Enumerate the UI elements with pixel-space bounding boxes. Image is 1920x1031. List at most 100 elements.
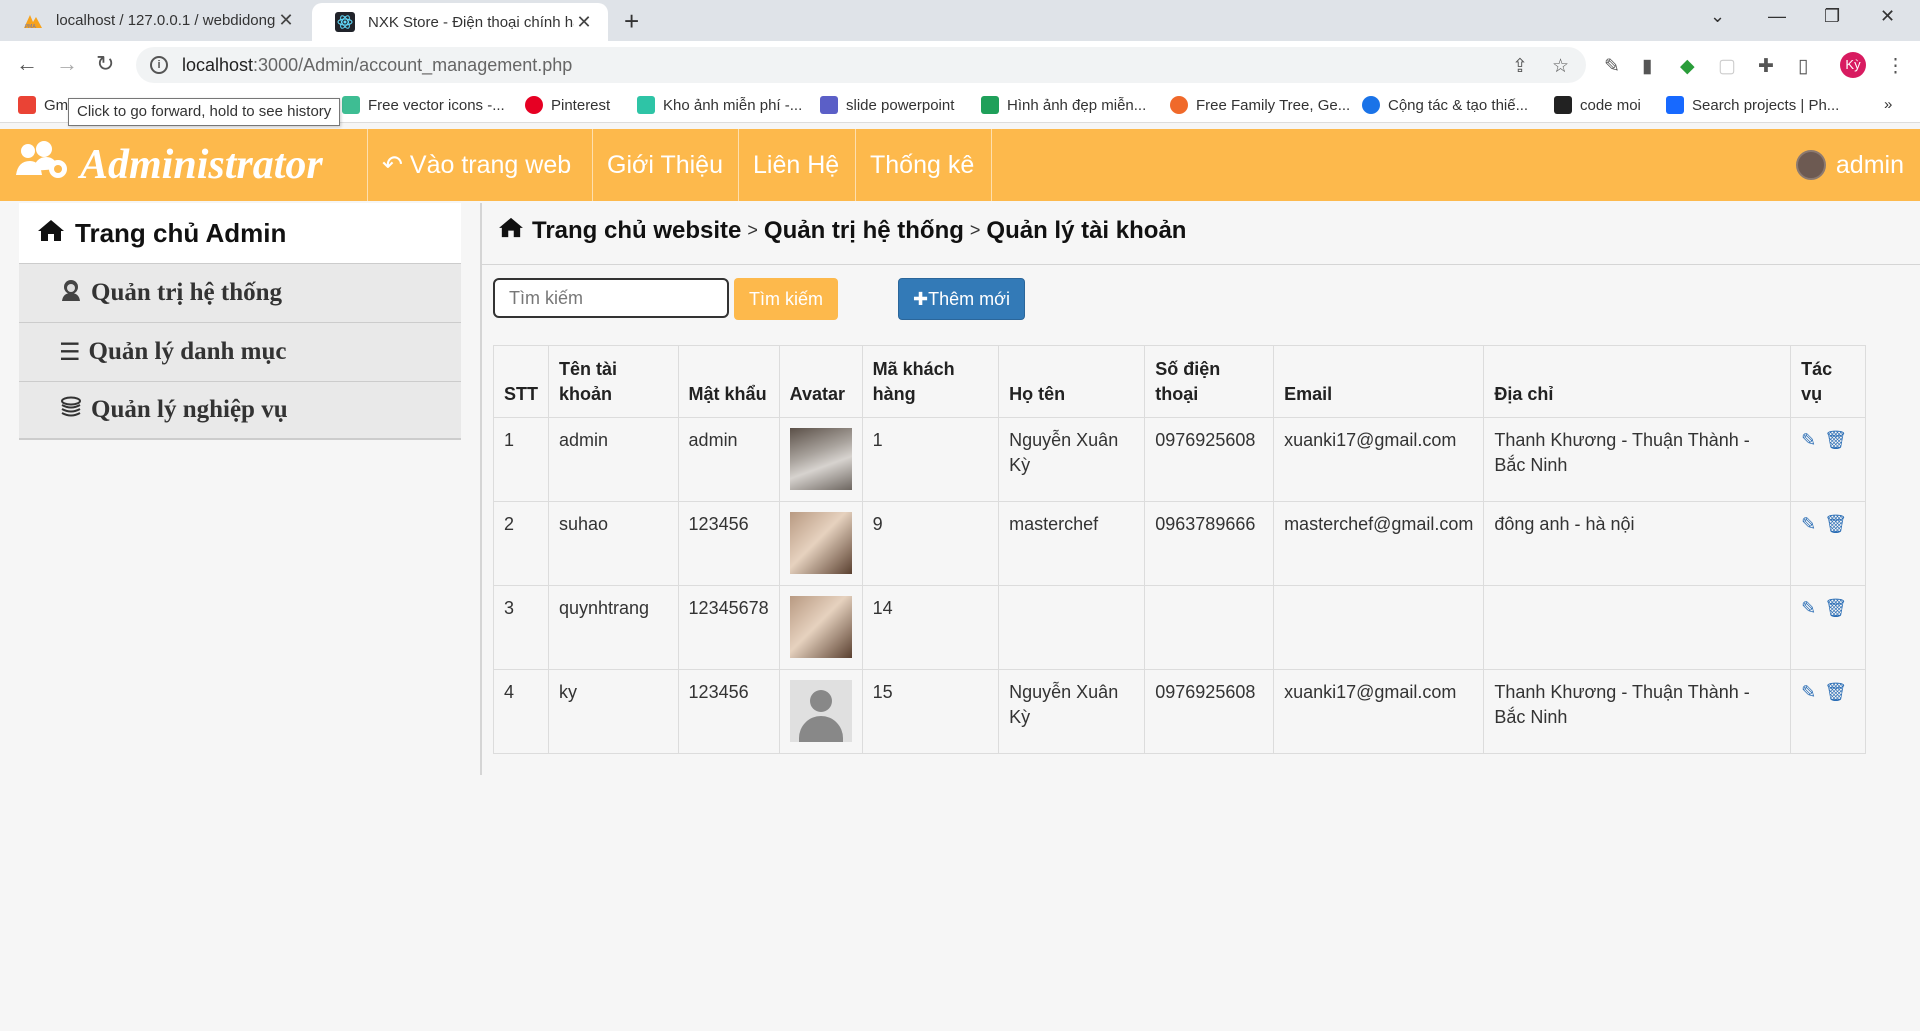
column-header: STT — [493, 345, 549, 418]
column-header: Địa chỉ — [1483, 345, 1792, 418]
bookmark-code-moi[interactable]: code moi — [1554, 96, 1641, 114]
cell-avatar — [778, 669, 863, 754]
nav-divider — [367, 129, 368, 201]
nav-gioi-thieu[interactable]: Giới Thiệu — [607, 129, 723, 201]
extension-blank-icon[interactable]: ▢ — [1718, 55, 1736, 78]
extension-color-icon[interactable]: ◆ — [1680, 55, 1695, 78]
table-row: 4 ky 123456 15 Nguyễn Xuân Kỳ 0976925608… — [493, 669, 1866, 754]
reload-icon[interactable]: ↻ — [96, 51, 114, 77]
cell-customer-id: 9 — [861, 501, 1000, 586]
breadcrumb-system[interactable]: Quản trị hệ thống — [764, 217, 964, 245]
list-icon: ☰ — [59, 338, 81, 366]
admin-user-menu[interactable]: admin — [1795, 147, 1904, 183]
family-tree-icon — [1170, 96, 1188, 114]
sidebar-item-quan-ly-danh-muc[interactable]: ☰ Quản lý danh mục — [19, 322, 461, 381]
bookmark-behance[interactable]: Search projects | Ph... — [1666, 96, 1839, 114]
url-text: localhost:3000/Admin/account_management.… — [182, 54, 573, 75]
extensions-puzzle-icon[interactable]: ✚ — [1758, 55, 1774, 78]
side-panel-icon[interactable]: ▯ — [1798, 55, 1808, 78]
bookmark-free-vector-icons[interactable]: Free vector icons -... — [342, 96, 505, 114]
sidebar-item-label: Quản lý danh mục — [88, 338, 287, 365]
column-header: Tác vụ — [1790, 345, 1866, 418]
bookmark-kho-anh[interactable]: Kho ảnh miễn phí -... — [637, 96, 802, 114]
trash-icon[interactable]: 🗑 — [1824, 512, 1847, 537]
edit-icon[interactable]: ✎ — [1801, 428, 1816, 453]
cell-email: xuanki17@gmail.com — [1273, 669, 1485, 754]
more-menu-icon[interactable]: ⋮ — [1886, 55, 1905, 78]
browser-tab-nxk-store[interactable]: NXK Store - Điện thoại chính hãn ✕ — [312, 3, 608, 41]
sidebar-home-label: Trang chủ Admin — [75, 217, 287, 248]
site-info-icon[interactable]: i — [150, 56, 168, 74]
sidebar-item-quan-ly-nghiep-vu[interactable]: Quản lý nghiệp vụ — [19, 381, 461, 440]
breadcrumb: Trang chủ website > Quản trị hệ thống > … — [498, 216, 1186, 245]
bookmark-family-tree[interactable]: Free Family Tree, Ge... — [1170, 96, 1350, 114]
bookmark-gmail[interactable]: Gm — [18, 96, 68, 114]
minimize-icon[interactable]: — — [1768, 6, 1786, 27]
browser-tab-phpmyadmin[interactable]: PMA localhost / 127.0.0.1 / webdidong ✕ — [0, 0, 310, 41]
cell-stt: 1 — [493, 417, 549, 502]
cell-username: quynhtrang — [548, 585, 679, 670]
forward-arrow-icon[interactable]: → — [56, 51, 78, 77]
column-header: Email — [1273, 345, 1485, 418]
bookmark-slide-powerpoint[interactable]: slide powerpoint — [820, 96, 954, 114]
search-input[interactable] — [493, 278, 729, 318]
cell-avatar — [778, 585, 863, 670]
cell-name: Nguyễn Xuân Kỳ — [998, 669, 1146, 754]
share-icon[interactable]: ⇪ — [1512, 55, 1528, 78]
back-arrow-icon[interactable]: ← — [16, 51, 38, 77]
extension-eyedropper-icon[interactable]: ✎ — [1604, 55, 1620, 78]
cell-phone: 0976925608 — [1144, 417, 1275, 502]
nav-vao-trang-web[interactable]: ↶ Vào trang web — [382, 129, 571, 201]
window-close-icon[interactable]: ✕ — [1880, 6, 1895, 27]
sidebar-home[interactable]: Trang chủ Admin — [19, 203, 461, 263]
close-tab-icon[interactable]: ✕ — [276, 10, 296, 31]
bookmark-pinterest[interactable]: Pinterest — [525, 96, 610, 114]
plus-icon: ✚ — [913, 289, 929, 309]
trash-icon[interactable]: 🗑 — [1824, 596, 1847, 621]
tab-title: NXK Store - Điện thoại chính hãn — [368, 13, 574, 31]
reply-arrow-icon: ↶ — [382, 151, 410, 179]
bookmark-star-icon[interactable]: ☆ — [1552, 55, 1569, 78]
code-icon — [1554, 96, 1572, 114]
edit-icon[interactable]: ✎ — [1801, 680, 1816, 705]
bookmark-canva[interactable]: Cộng tác & tạo thiế... — [1362, 96, 1528, 114]
browser-toolbar: ← → ↻ i localhost:3000/Admin/account_man… — [0, 41, 1920, 89]
nav-thong-ke[interactable]: Thống kê — [870, 129, 974, 201]
cell-avatar — [778, 417, 863, 502]
tab-title: localhost / 127.0.0.1 / webdidong — [56, 12, 276, 29]
sidebar-item-quan-tri-he-thong[interactable]: Quản trị hệ thống — [19, 263, 461, 322]
table-row: 1 admin admin 1 Nguyễn Xuân Kỳ 097692560… — [493, 417, 1866, 502]
maximize-icon[interactable]: ❐ — [1824, 6, 1840, 27]
sidebar-item-label: Quản lý nghiệp vụ — [91, 396, 288, 423]
content-divider — [480, 203, 482, 775]
browser-tab-bar: PMA localhost / 127.0.0.1 / webdidong ✕ … — [0, 0, 1920, 41]
behance-icon — [1666, 96, 1684, 114]
profile-avatar[interactable]: Kỳ — [1840, 52, 1866, 78]
react-icon — [334, 11, 356, 33]
address-bar[interactable]: i localhost:3000/Admin/account_managemen… — [136, 47, 1586, 83]
trash-icon[interactable]: 🗑 — [1824, 680, 1847, 705]
edit-icon[interactable]: ✎ — [1801, 596, 1816, 621]
sidebar-item-label: Quản trị hệ thống — [91, 279, 283, 306]
extension-phone-icon[interactable]: ▮ — [1642, 55, 1652, 78]
nav-lien-he[interactable]: Liên Hệ — [753, 129, 839, 201]
cell-stt: 3 — [493, 585, 549, 670]
edit-icon[interactable]: ✎ — [1801, 512, 1816, 537]
new-tab-icon[interactable]: + — [624, 6, 639, 37]
trash-icon[interactable]: 🗑 — [1824, 428, 1847, 453]
cell-username: admin — [548, 417, 679, 502]
bookmark-hinh-anh[interactable]: Hình ảnh đẹp miễn... — [981, 96, 1146, 114]
accounts-table: STT Tên tài khoản Mật khẩu Avatar Mã khá… — [493, 345, 1866, 754]
close-tab-icon[interactable]: ✕ — [574, 12, 594, 33]
breadcrumb-home[interactable]: Trang chủ website — [532, 217, 741, 245]
cell-name: masterchef — [998, 501, 1146, 586]
more-bookmarks-icon[interactable]: » — [1884, 96, 1892, 113]
tab-search-chevron-icon[interactable]: ⌄ — [1710, 6, 1725, 27]
search-button[interactable]: Tìm kiếm — [734, 278, 838, 320]
admin-brand[interactable]: Administrator — [14, 139, 323, 191]
cell-name: Nguyễn Xuân Kỳ — [998, 417, 1146, 502]
add-new-button[interactable]: ✚Thêm mới — [898, 278, 1025, 320]
cell-actions: ✎ 🗑 — [1790, 501, 1866, 586]
canva-icon — [1362, 96, 1380, 114]
admin-header: Administrator ↶ Vào trang web Giới Thiệu… — [0, 129, 1920, 201]
